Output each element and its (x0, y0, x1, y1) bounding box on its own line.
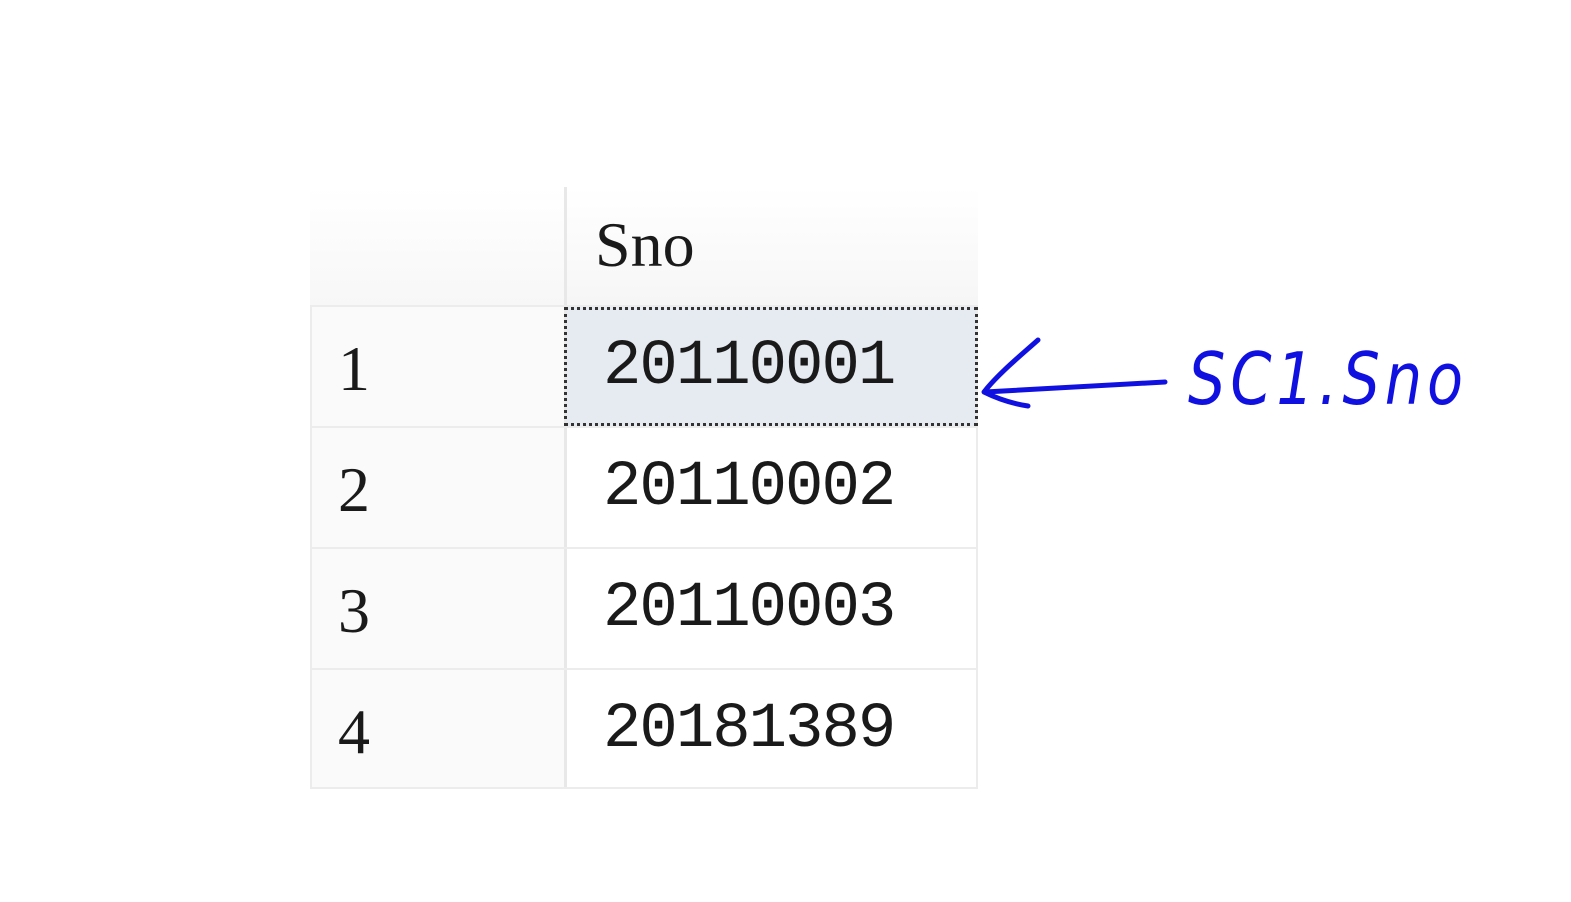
table-row[interactable]: 3 20110003 (310, 547, 978, 668)
table-row[interactable]: 4 20181389 (310, 668, 978, 789)
table-row[interactable]: 1 20110001 (310, 305, 978, 426)
row-number-label: 3 (338, 575, 370, 646)
sno-cell-value: 20110003 (603, 573, 896, 645)
grid-header-row: Sno (310, 187, 978, 305)
row-number-header[interactable] (310, 187, 564, 305)
row-number-cell[interactable]: 3 (310, 549, 564, 668)
table-row[interactable]: 2 20110002 (310, 426, 978, 547)
sno-cell-value: 20110002 (603, 452, 896, 524)
column-header-sno[interactable]: Sno (564, 187, 978, 305)
column-header-label: Sno (595, 209, 695, 280)
sno-cell[interactable]: 20181389 (564, 670, 978, 787)
arrow-left-icon (981, 337, 1168, 409)
row-number-label: 4 (338, 696, 370, 767)
sno-cell-value: 20181389 (603, 694, 896, 766)
sno-cell[interactable]: 20110003 (564, 549, 978, 668)
row-number-cell[interactable]: 1 (310, 307, 564, 426)
sno-cell[interactable]: 20110002 (564, 428, 978, 547)
annotation-label: SC1.Sno (1188, 337, 1468, 421)
sno-cell-value: 20110001 (603, 331, 896, 403)
results-grid: Sno 1 20110001 2 20110002 3 20110003 4 2… (310, 187, 978, 789)
sno-cell-selected[interactable]: 20110001 (564, 307, 978, 426)
row-number-cell[interactable]: 4 (310, 670, 564, 787)
row-number-cell[interactable]: 2 (310, 428, 564, 547)
row-number-label: 1 (338, 333, 370, 404)
row-number-label: 2 (338, 454, 370, 525)
